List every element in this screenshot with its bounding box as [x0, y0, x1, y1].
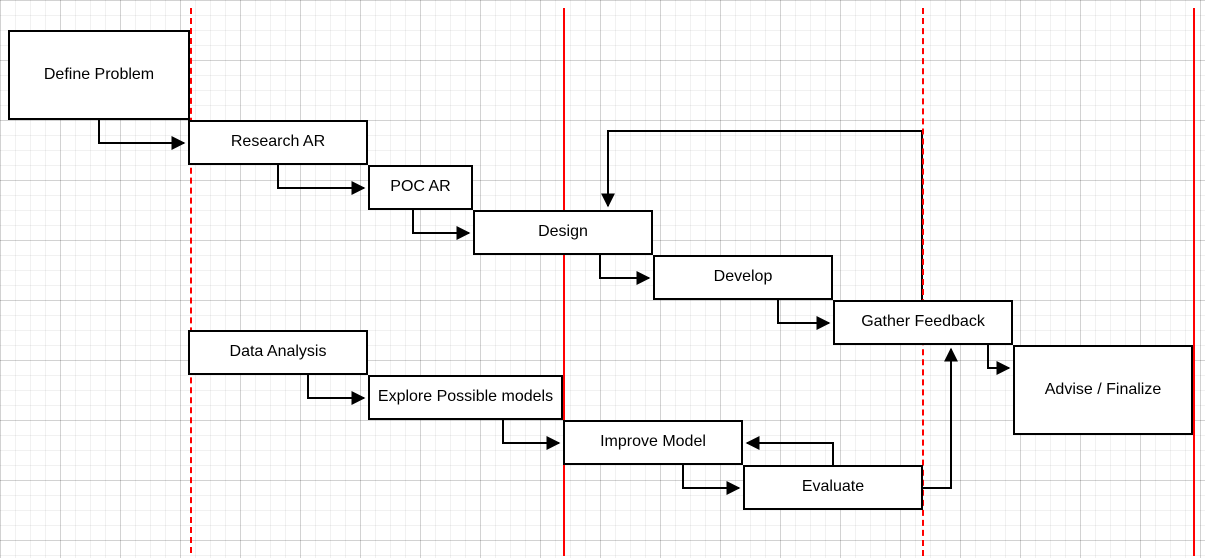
task-label-design: Design — [538, 223, 588, 241]
task-label-develop: Develop — [713, 268, 773, 286]
connector-data-analysis-to-explore — [307, 375, 366, 405]
task-label-define-problem: Define Problem — [43, 65, 155, 83]
connector-develop-to-gather-feedback — [777, 300, 831, 330]
task-label-poc-ar: POC AR — [390, 178, 451, 196]
connector-evaluate-to-gather-feedback — [923, 347, 958, 489]
task-box-research-ar[interactable]: Research AR — [188, 120, 368, 165]
connector-poc-ar-to-design — [412, 210, 471, 240]
connector-evaluate-to-improve-model-loop — [745, 436, 834, 465]
task-label-advise-finalize: Advise / Finalize — [1044, 380, 1162, 398]
connector-research-ar-to-poc-ar — [277, 165, 366, 195]
task-box-improve-model[interactable]: Improve Model — [563, 420, 743, 465]
task-box-define-problem[interactable]: Define Problem — [8, 30, 190, 120]
milestone-marker-2 — [563, 8, 565, 556]
connector-gather-feedback-to-advise — [987, 345, 1011, 375]
task-box-design[interactable]: Design — [473, 210, 653, 255]
task-label-gather-feedback: Gather Feedback — [861, 313, 985, 331]
task-box-explore-models[interactable]: Explore Possible models — [368, 375, 563, 420]
connector-improve-model-to-evaluate — [682, 465, 741, 495]
task-label-explore-models: Explore Possible models — [377, 388, 554, 406]
task-label-research-ar: Research AR — [230, 133, 326, 151]
task-box-gather-feedback[interactable]: Gather Feedback — [833, 300, 1013, 345]
task-box-poc-ar[interactable]: POC AR — [368, 165, 473, 210]
task-label-improve-model: Improve Model — [600, 433, 706, 451]
task-box-data-analysis[interactable]: Data Analysis — [188, 330, 368, 375]
task-box-evaluate[interactable]: Evaluate — [743, 465, 923, 510]
task-label-data-analysis: Data Analysis — [229, 343, 327, 361]
task-label-evaluate: Evaluate — [801, 478, 865, 496]
milestone-marker-4 — [1193, 8, 1195, 556]
connector-design-to-develop — [599, 255, 651, 285]
diagram-canvas: Define Problem Research AR POC AR Design… — [0, 0, 1205, 558]
task-box-develop[interactable]: Develop — [653, 255, 833, 300]
task-box-advise-finalize[interactable]: Advise / Finalize — [1013, 345, 1193, 435]
milestone-marker-1 — [190, 8, 192, 553]
connector-explore-to-improve-model — [502, 420, 561, 450]
connector-define-problem-to-research-ar — [98, 120, 186, 150]
